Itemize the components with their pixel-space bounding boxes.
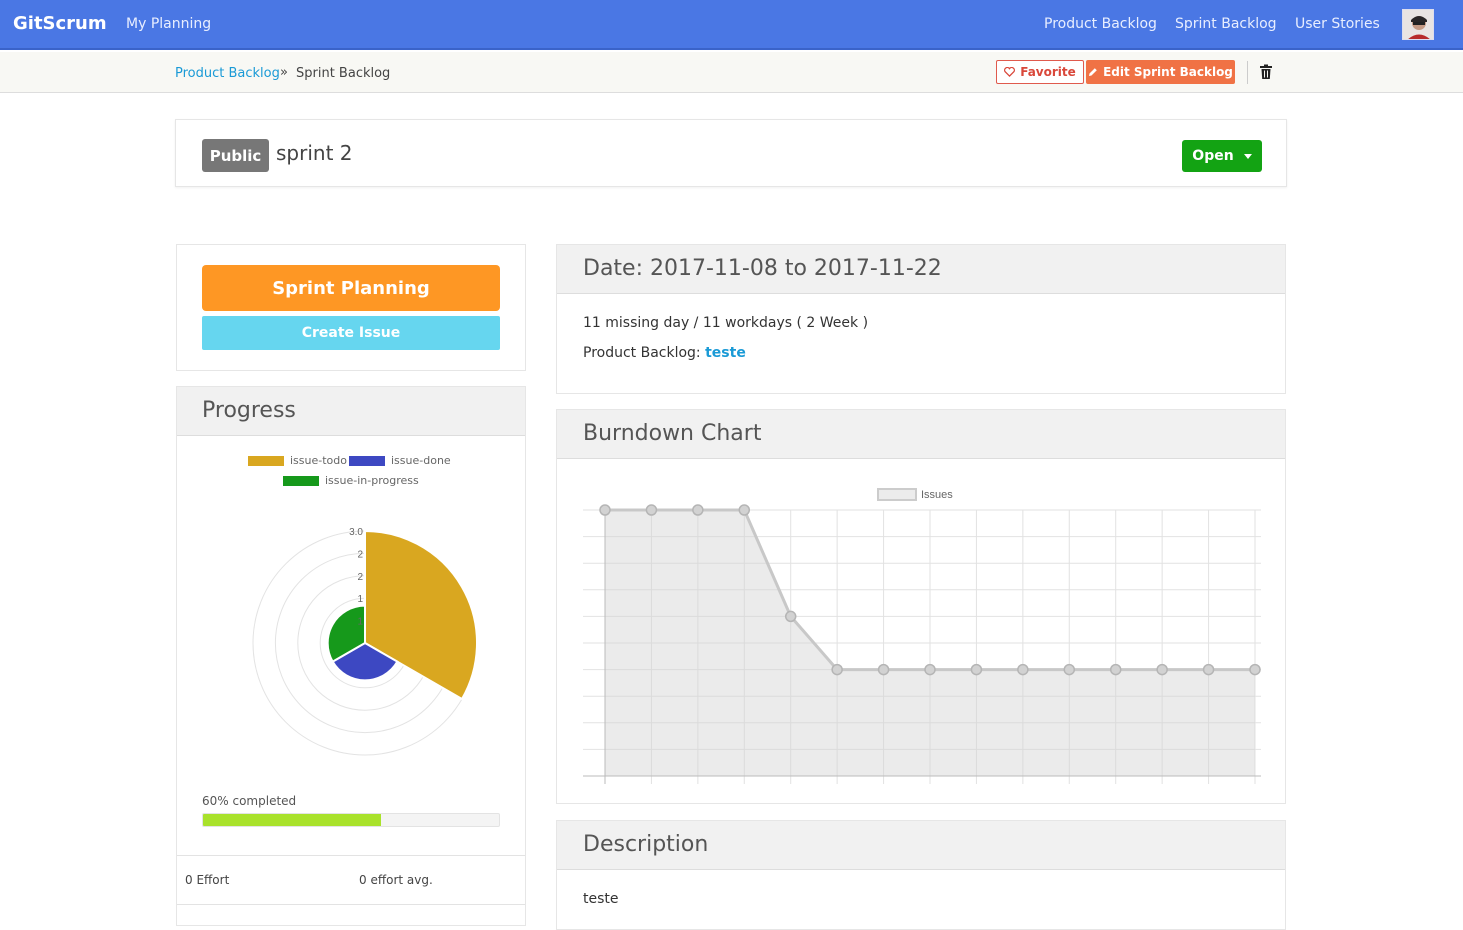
sprint-planning-button[interactable]: Sprint Planning: [202, 265, 500, 311]
legend-issue-todo: issue-todo: [248, 454, 347, 467]
product-backlog-link[interactable]: teste: [705, 345, 746, 361]
burndown-point[interactable]: [738, 504, 751, 516]
nav-sprint-backlog[interactable]: Sprint Backlog: [1175, 16, 1277, 32]
edit-sprint-backlog-label: Edit Sprint Backlog: [1103, 65, 1233, 79]
burndown-point[interactable]: [970, 663, 983, 676]
burndown-point[interactable]: [1156, 663, 1168, 676]
burndown-point[interactable]: [784, 610, 797, 623]
progress-title: Progress: [202, 398, 296, 423]
actions-panel: Sprint Planning Create Issue: [176, 244, 526, 371]
burndown-point[interactable]: [1063, 663, 1076, 676]
progress-panel-header: Progress: [177, 387, 525, 436]
polar-tick-label: 1: [357, 617, 363, 628]
brand-logo[interactable]: GitScrum: [13, 13, 107, 34]
favorite-label: Favorite: [1020, 65, 1076, 79]
toolbar-divider: [1247, 61, 1248, 84]
effort-row: 0 Effort 0 effort avg.: [177, 855, 525, 905]
description-title: Description: [583, 832, 709, 857]
create-issue-button[interactable]: Create Issue: [202, 316, 500, 350]
completion-progress-fill: [203, 814, 381, 826]
details-panel-header: Date: 2017-11-08 to 2017-11-22: [557, 245, 1285, 294]
progress-polar-chart: 3.0 2 2 1 1: [252, 527, 478, 756]
polar-tick-label: 1: [357, 594, 363, 605]
legend-swatch-done: [349, 455, 385, 466]
legend-swatch-issues: [877, 488, 917, 501]
description-panel: Description teste: [556, 820, 1286, 930]
favorite-button[interactable]: Favorite: [996, 60, 1084, 84]
trash-icon[interactable]: [1259, 64, 1273, 80]
edit-sprint-backlog-button[interactable]: Edit Sprint Backlog: [1086, 60, 1235, 84]
breadcrumb-bar: Product Backlog » Sprint Backlog Favorit…: [0, 52, 1463, 93]
legend-label-todo: issue-todo: [290, 454, 347, 467]
pencil-icon: [1089, 68, 1097, 76]
description-text: teste: [583, 891, 619, 907]
legend-label-in-progress: issue-in-progress: [325, 474, 419, 487]
legend-label-done: issue-done: [391, 454, 451, 467]
burndown-point[interactable]: [692, 504, 704, 516]
burndown-point[interactable]: [1017, 663, 1029, 676]
legend-label-issues: Issues: [921, 489, 953, 501]
chevron-down-icon: [1243, 153, 1252, 159]
description-panel-header: Description: [557, 821, 1285, 870]
completed-label: 60% completed: [202, 794, 297, 808]
sprint-header-panel: Public sprint 2 Open: [175, 119, 1287, 187]
sprint-details-panel: Date: 2017-11-08 to 2017-11-22 11 missin…: [556, 244, 1286, 394]
burndown-point[interactable]: [877, 663, 890, 676]
workdays-text: 11 missing day / 11 workdays ( 2 Week ): [583, 315, 869, 331]
burndown-point[interactable]: [831, 663, 843, 676]
progress-panel: Progress issue-todo issue-done issue-in-…: [176, 386, 526, 926]
legend-issue-in-progress: issue-in-progress: [283, 474, 419, 487]
legend-swatch-todo: [248, 455, 284, 466]
nav-my-planning[interactable]: My Planning: [126, 16, 211, 32]
avatar-image: [1403, 10, 1433, 39]
nav-product-backlog[interactable]: Product Backlog: [1044, 16, 1157, 32]
product-backlog-line: Product Backlog: teste: [583, 345, 746, 361]
polar-tick-label: 3.0: [349, 527, 363, 538]
burndown-point[interactable]: [645, 504, 658, 516]
legend-swatch-in-progress: [283, 475, 319, 486]
breadcrumb-separator: »: [280, 65, 288, 80]
burndown-title: Burndown Chart: [583, 421, 762, 446]
burndown-point[interactable]: [1202, 663, 1215, 676]
completion-progress-bar: [202, 813, 500, 827]
visibility-badge: Public: [202, 139, 269, 172]
burndown-point[interactable]: [1249, 663, 1261, 676]
burndown-panel: Burndown Chart Issues: [556, 409, 1286, 804]
sprint-title: sprint 2: [276, 141, 353, 165]
burndown-panel-header: Burndown Chart: [557, 410, 1285, 459]
legend-issue-done: issue-done: [349, 454, 451, 467]
status-dropdown-button[interactable]: Open: [1182, 140, 1262, 172]
effort-value: 0 Effort: [185, 873, 230, 887]
burndown-point[interactable]: [1109, 663, 1122, 676]
burndown-point[interactable]: [599, 504, 611, 516]
breadcrumb-current: Sprint Backlog: [296, 66, 391, 81]
product-backlog-label: Product Backlog:: [583, 345, 701, 361]
burndown-point[interactable]: [924, 663, 936, 676]
status-label: Open: [1192, 148, 1234, 164]
burndown-line-chart: Issues: [583, 488, 1261, 784]
user-avatar[interactable]: [1402, 9, 1434, 40]
effort-avg-value: 0 effort avg.: [359, 873, 433, 887]
date-range-title: Date: 2017-11-08 to 2017-11-22: [583, 256, 942, 281]
top-navbar: GitScrum My Planning Product Backlog Spr…: [0, 0, 1463, 50]
polar-tick-label: 2: [357, 572, 363, 583]
heart-icon: [1004, 67, 1016, 77]
polar-tick-label: 2: [357, 549, 363, 560]
breadcrumb-product-backlog[interactable]: Product Backlog: [175, 66, 280, 81]
nav-user-stories[interactable]: User Stories: [1295, 16, 1380, 32]
